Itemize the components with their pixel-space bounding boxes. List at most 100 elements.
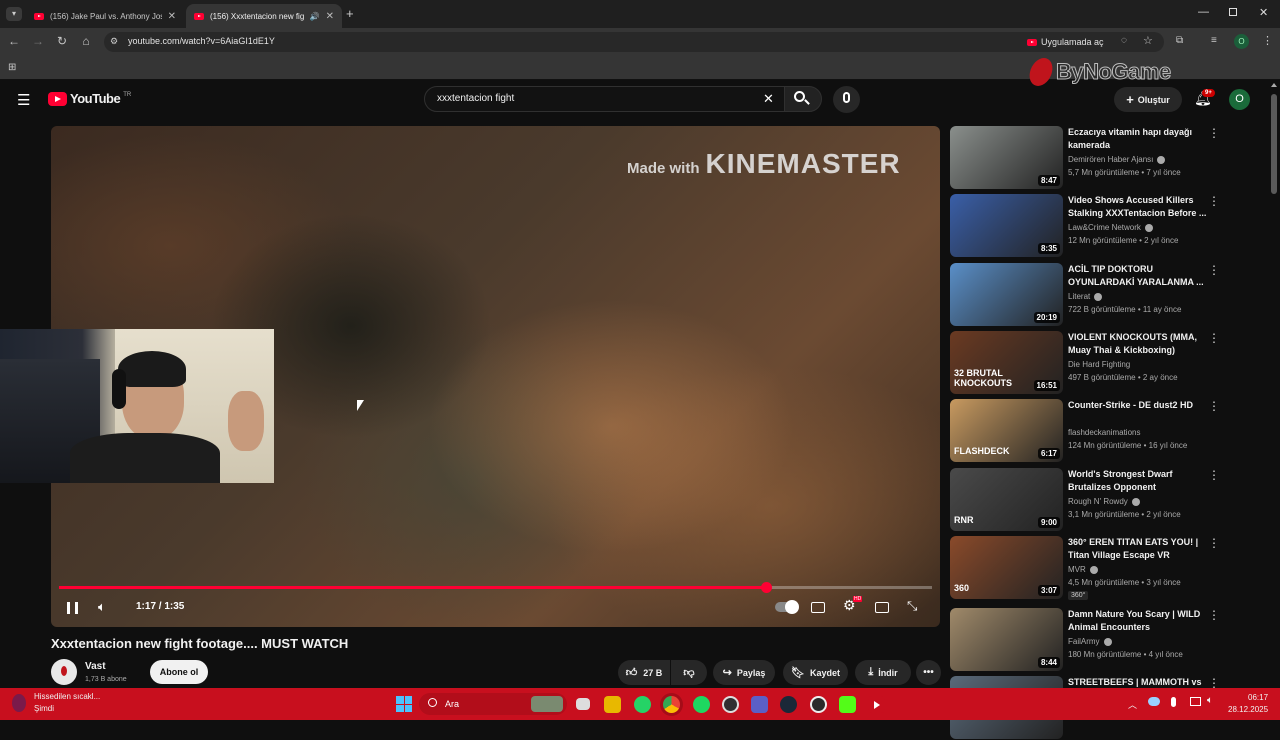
share-button[interactable]: ↪ Paylaş (713, 660, 775, 685)
download-button[interactable]: ⤓ İndir (855, 660, 911, 685)
recommended-video[interactable]: RNR 9:00 World's Strongest Dwarf Brutalize… (950, 468, 1270, 532)
browser-menu-icon[interactable]: ⋮ (1262, 34, 1273, 47)
recommended-video-title[interactable]: World's Strongest Dwarf Brutalizes Oppon… (1068, 468, 1208, 494)
close-window-icon[interactable]: ✕ (1259, 6, 1268, 19)
recommended-video-channel[interactable]: Demirören Haber Ajansı (1068, 155, 1166, 164)
tray-overflow-icon[interactable]: ︿ (1128, 698, 1137, 711)
profile-avatar[interactable]: O (1234, 34, 1249, 49)
miniplayer-icon[interactable] (875, 602, 889, 613)
recommended-video-channel[interactable]: Die Hard Fighting (1068, 360, 1130, 369)
progress-bar[interactable] (59, 582, 932, 593)
dislike-button[interactable]: 👎︎ (671, 660, 707, 685)
browser-tab-xxxtentacion[interactable]: (156) Xxxtentacion new figh 🔊 ✕ (186, 4, 342, 28)
scrollbar-thumb[interactable] (1271, 94, 1277, 194)
subscribe-button[interactable]: Abone ol (150, 660, 208, 684)
account-avatar[interactable]: O (1229, 89, 1250, 110)
recommended-video-title[interactable]: VIOLENT KNOCKOUTS (MMA, Muay Thai & Kick… (1068, 331, 1208, 357)
spotify-icon[interactable] (693, 696, 710, 713)
recommended-video-title[interactable]: Counter-Strike - DE dust2 HD (1068, 399, 1208, 412)
recommended-video-channel[interactable]: FailArmy (1068, 637, 1112, 646)
task-view-icon[interactable] (576, 698, 590, 710)
progress-scrubber-handle[interactable] (761, 582, 773, 593)
recommended-video-title[interactable]: Eczacıya vitamin hapı dayağı kamerada (1068, 126, 1208, 152)
new-tab-button[interactable]: + (346, 6, 354, 21)
close-tab-icon[interactable]: ✕ (326, 11, 334, 22)
chrome-icon[interactable] (663, 696, 680, 713)
recommended-video-thumbnail[interactable]: 360 3:07 (950, 536, 1063, 599)
recommended-video[interactable]: 20:19 ACİL TIP DOKTORU OYUNLARDAKİ YARALA… (950, 263, 1270, 327)
more-options-icon[interactable]: ⋮ (1208, 608, 1220, 622)
recommended-video-thumbnail[interactable]: 20:19 (950, 263, 1063, 326)
recommended-video-title[interactable]: Damn Nature You Scary | WILD Animal Enco… (1068, 608, 1208, 634)
recommended-video-thumbnail[interactable]: 8:44 (950, 608, 1063, 671)
clock-time[interactable]: 06:17 (1248, 693, 1268, 702)
youtube-logo[interactable]: YouTube TR (48, 91, 131, 106)
more-options-icon[interactable]: ⋮ (1208, 536, 1220, 550)
page-scrollbar[interactable] (1268, 80, 1280, 688)
recommended-video-thumbnail[interactable]: 8:35 (950, 194, 1063, 257)
close-tab-icon[interactable]: ✕ (168, 11, 176, 22)
tray-monitor-icon[interactable] (1190, 697, 1201, 706)
browser-tab-jake-paul[interactable]: (156) Jake Paul vs. Anthony Jos ✕ (26, 4, 184, 28)
more-options-icon[interactable]: ⋮ (1208, 399, 1220, 413)
channel-avatar[interactable] (51, 659, 77, 685)
more-options-icon[interactable]: ⋮ (1208, 331, 1220, 345)
scrollbar-up-arrow-icon[interactable] (1271, 83, 1277, 87)
obs-icon[interactable] (722, 696, 739, 713)
recommended-video[interactable]: 8:44 Damn Nature You Scary | WILD Animal … (950, 608, 1270, 672)
recommended-video[interactable]: 8:47 Eczacıya vitamin hapı dayağı kamerad… (950, 126, 1270, 190)
more-options-icon[interactable]: ⋮ (1208, 194, 1220, 208)
recommended-video[interactable]: 8:35 Video Shows Accused Killers Stalking… (950, 194, 1270, 258)
recommended-video-thumbnail[interactable]: 8:47 (950, 126, 1063, 189)
site-info-icon[interactable]: ⚙ (110, 36, 118, 47)
steam-icon[interactable] (780, 696, 797, 713)
recommended-video[interactable]: FLASHDECK 6:17 Counter-Strike - DE dust2 H… (950, 399, 1270, 463)
hamburger-menu-icon[interactable]: ☰ (17, 91, 30, 109)
open-in-app-button[interactable]: Uygulamada aç (1027, 34, 1104, 50)
recommended-video-channel[interactable]: flashdeckanimations (1068, 428, 1140, 437)
clock-date[interactable]: 28.12.2025 (1228, 705, 1268, 714)
windows-start-icon[interactable] (396, 696, 412, 712)
microsoft-store-icon[interactable] (604, 696, 621, 713)
like-button[interactable]: 👍︎ 27 B (618, 660, 670, 685)
recommended-video-channel[interactable]: Literat (1068, 292, 1103, 301)
restore-window-icon[interactable] (1229, 8, 1237, 16)
forward-icon[interactable]: → (30, 34, 46, 48)
recommended-video-title[interactable]: Video Shows Accused Killers Stalking XXX… (1068, 194, 1208, 220)
whatsapp-icon[interactable] (634, 696, 651, 713)
reload-icon[interactable]: ↻ (54, 34, 70, 48)
tab-search-icon[interactable]: ▾ (6, 7, 22, 21)
more-options-icon[interactable]: ⋮ (1208, 126, 1220, 140)
recommended-video-thumbnail[interactable]: FLASHDECK 6:17 (950, 399, 1063, 462)
recommended-video-thumbnail[interactable]: RNR 9:00 (950, 468, 1063, 531)
url-text[interactable]: youtube.com/watch?v=6AiaGI1dE1Y (128, 36, 275, 46)
tray-mic-icon[interactable] (1171, 697, 1176, 707)
youtube-taskbar-icon[interactable] (868, 696, 885, 713)
minimize-window-icon[interactable]: — (1198, 6, 1209, 18)
recommended-video-thumbnail[interactable]: 32 BRUTAL KNOCKOUTS 16:51 (950, 331, 1063, 394)
extensions-icon[interactable]: ⧉ (1176, 35, 1183, 46)
recommended-video[interactable]: 360 3:07 360° EREN TITAN EATS YOU! | Titan… (950, 536, 1270, 600)
taskbar-search-box[interactable]: Ara (419, 693, 567, 715)
home-icon[interactable]: ⌂ (78, 34, 94, 48)
create-button[interactable]: + Oluştur (1114, 87, 1182, 112)
recommended-video[interactable]: 32 BRUTAL KNOCKOUTS 16:51 VIOLENT KNOCKOUT… (950, 331, 1270, 395)
recommended-video-channel[interactable]: MVR (1068, 565, 1098, 574)
more-options-icon[interactable]: ⋮ (1208, 468, 1220, 482)
pause-icon[interactable] (67, 602, 78, 614)
search-query-text[interactable]: xxxtentacion fight (437, 93, 514, 104)
tray-volume-icon[interactable]: 🔈︎ (1207, 695, 1213, 706)
autoplay-toggle[interactable] (775, 600, 799, 614)
media-control-icon[interactable]: ≡ (1211, 35, 1217, 46)
recommended-video-channel[interactable]: Law&Crime Network (1068, 223, 1153, 232)
apps-grid-icon[interactable]: ⊞ (8, 62, 16, 73)
back-icon[interactable]: ← (6, 34, 22, 48)
more-actions-button[interactable]: ••• (916, 660, 941, 685)
volume-icon[interactable]: 🔈︎ (98, 599, 106, 615)
clear-search-icon[interactable]: ✕ (763, 91, 774, 107)
bookmark-star-icon[interactable]: ☆ (1143, 34, 1153, 47)
tray-cloud-icon[interactable] (1148, 697, 1160, 706)
recommended-video-title[interactable]: ACİL TIP DOKTORU OYUNLARDAKİ YARALANMA .… (1068, 263, 1208, 289)
save-button[interactable]: 🔖︎ Kaydet (783, 660, 848, 685)
more-options-icon[interactable]: ⋮ (1208, 263, 1220, 277)
